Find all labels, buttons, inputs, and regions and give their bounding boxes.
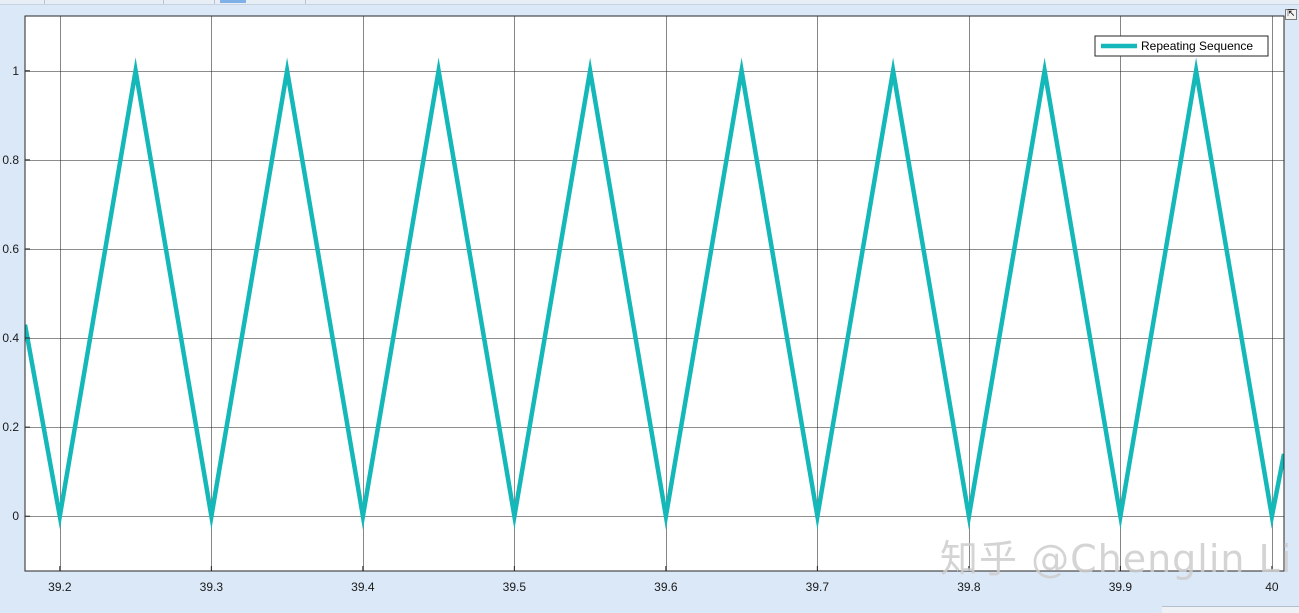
dock-arrow-icon[interactable]: ⇱	[1285, 9, 1297, 20]
y-tick-label: 1	[12, 64, 19, 78]
legend[interactable]: Repeating Sequence	[1094, 35, 1269, 57]
x-tick-label: 39.7	[806, 580, 830, 594]
x-tick-label: 39.3	[200, 580, 224, 594]
legend-entry-label: Repeating Sequence	[1141, 39, 1253, 53]
x-tick-label: 39.4	[351, 580, 375, 594]
line-chart: 39.2 39.3 39.4 39.5 39.6 39.7 39.8 39.9 4000.20.…	[2, 15, 1285, 594]
y-tick-label: 0	[12, 509, 19, 523]
x-tick-label: 39.5	[503, 580, 527, 594]
y-tick-label: 0.8	[2, 153, 19, 167]
x-tick-label: 39.6	[654, 580, 678, 594]
plot-area	[25, 16, 1284, 571]
x-tick-label: 39.2	[48, 580, 72, 594]
watermark: 知乎 @Chenglin Li	[940, 537, 1293, 581]
y-tick-label: 0.2	[2, 420, 19, 434]
y-tick-label: 0.4	[2, 331, 19, 345]
y-tick-label: 0.6	[2, 242, 19, 256]
